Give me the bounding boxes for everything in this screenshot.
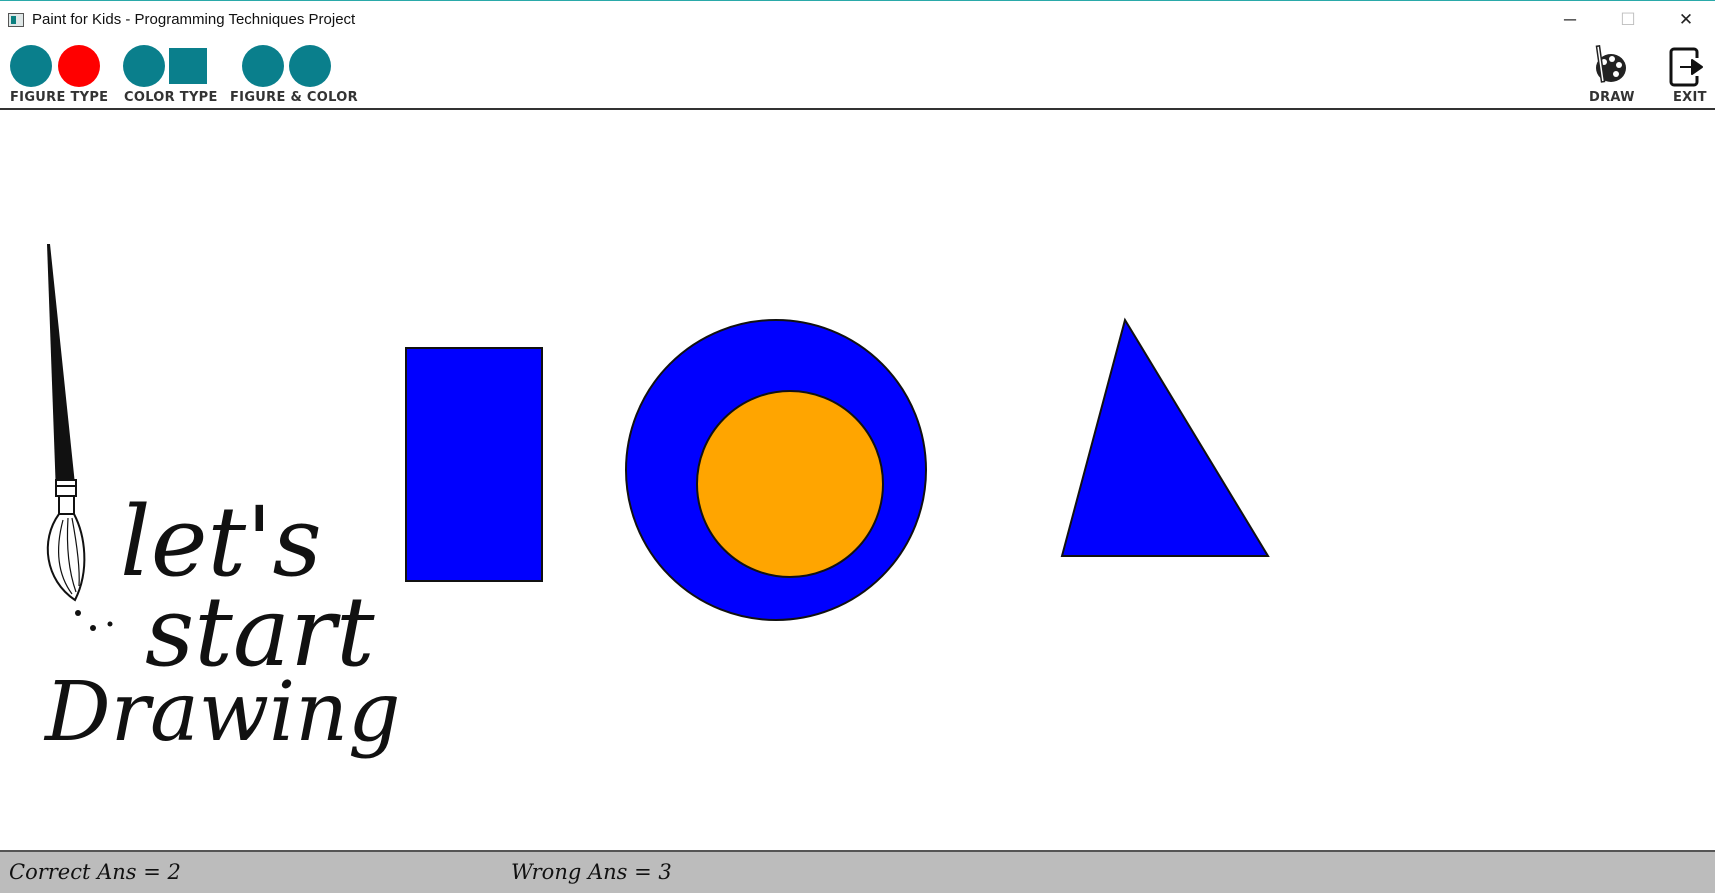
orange-inner-circle[interactable] [696,390,884,578]
drawing-canvas[interactable]: let's start Drawing [0,110,1715,850]
status-bar: Correct Ans = 2 Wrong Ans = 3 [0,850,1715,893]
figure-color-button[interactable]: FIGURE & COLOR [230,44,358,106]
teal-circle-icon [242,45,284,87]
figure-color-label: FIGURE & COLOR [230,90,358,105]
canvas-svg: let's start Drawing [43,244,1270,760]
teal-circle-icon [10,45,52,87]
app-icon [8,13,24,27]
figure-type-button[interactable]: FIGURE TYPE [10,44,109,106]
teal-circle-icon [289,45,331,87]
minimize-button[interactable]: ─ [1541,1,1599,39]
lets-start-drawing-lettering: let's start Drawing [43,486,401,760]
wrong-answers-text: Wrong Ans = 3 [511,860,672,884]
draw-button[interactable]: DRAW [1585,44,1637,106]
window-title: Paint for Kids - Programming Techniques … [32,11,356,28]
draw-label: DRAW [1589,90,1635,105]
correct-answers-text: Correct Ans = 2 [9,860,181,884]
palette-icon [1595,45,1626,83]
teal-circle-icon [123,45,165,87]
lettering-line-3: Drawing [43,665,401,760]
exit-icon [1669,47,1703,87]
color-type-label: COLOR TYPE [124,90,218,105]
close-button[interactable]: ✕ [1657,1,1715,39]
red-circle-icon [58,45,100,87]
blue-triangle[interactable] [1060,317,1270,557]
exit-label: EXIT [1673,90,1707,105]
toolbar: FIGURE TYPE COLOR TYPE FIGURE & COLOR DR… [0,40,1715,110]
figure-type-label: FIGURE TYPE [10,90,109,105]
blue-rectangle[interactable] [405,347,543,582]
maximize-button[interactable]: ☐ [1599,1,1657,39]
color-type-button[interactable]: COLOR TYPE [123,44,218,106]
exit-button[interactable]: EXIT [1666,44,1710,106]
title-bar: Paint for Kids - Programming Techniques … [0,0,1715,40]
paintbrush-icon [46,244,113,631]
teal-square-icon [169,48,207,84]
